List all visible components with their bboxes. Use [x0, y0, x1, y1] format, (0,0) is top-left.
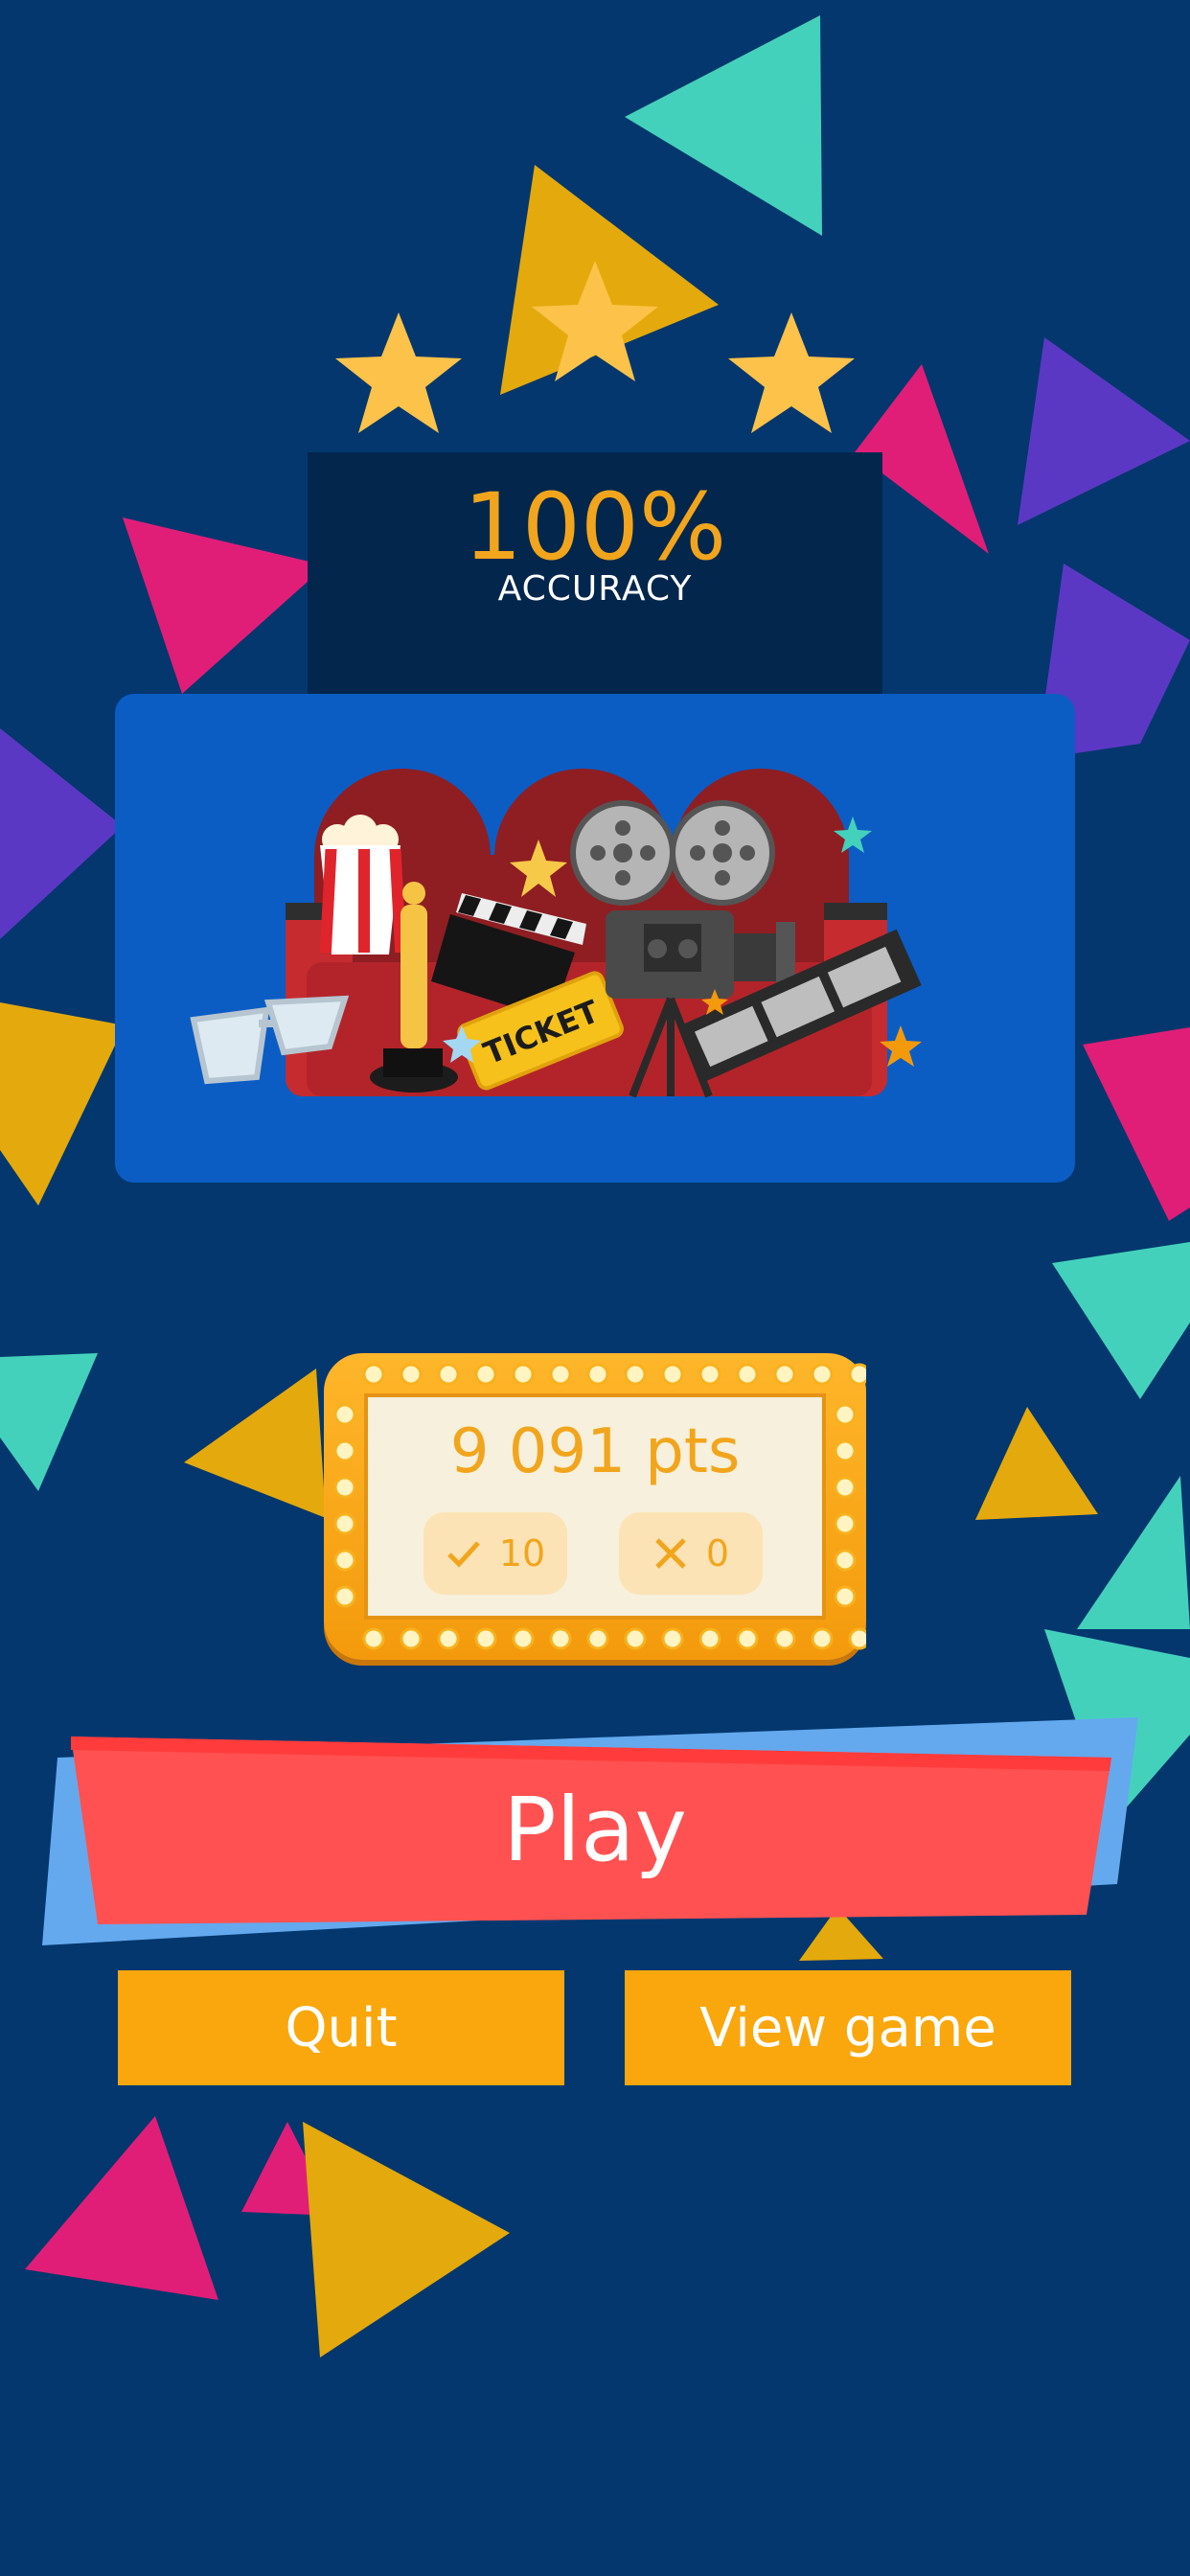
marquee-bulb — [736, 1363, 759, 1386]
confetti-triangle — [25, 2116, 218, 2300]
marquee-bulb — [437, 1627, 460, 1650]
marquee-bulb — [333, 1512, 356, 1535]
view-game-button[interactable]: View game — [625, 1970, 1071, 2085]
marquee-bulb — [698, 1363, 721, 1386]
marquee-bulb — [834, 1549, 857, 1572]
marquee-bulb — [549, 1627, 572, 1650]
confetti-triangle — [975, 1407, 1098, 1520]
marquee-bulb — [333, 1476, 356, 1499]
marquee-bulb — [834, 1439, 857, 1462]
correct-count: 10 — [498, 1532, 546, 1575]
cinema-illustration-panel: TICKET — [115, 694, 1075, 1183]
accuracy-label: ACCURACY — [497, 569, 693, 609]
marquee-bulb — [362, 1363, 385, 1386]
confetti-triangle — [303, 2122, 510, 2358]
play-button[interactable]: Play — [38, 1715, 1152, 1955]
view-game-label: View game — [699, 1996, 996, 2059]
confetti-triangle — [1083, 1027, 1190, 1221]
star-icon — [335, 312, 462, 433]
marquee-bulb — [848, 1363, 866, 1386]
marquee-bulb — [811, 1363, 834, 1386]
marquee-bulb — [698, 1627, 721, 1650]
marquee-bulb — [834, 1585, 857, 1608]
marquee-bulb — [512, 1627, 535, 1650]
marquee-bulb — [362, 1627, 385, 1650]
wrong-count-badge: 0 — [619, 1512, 763, 1595]
marquee-bulb — [661, 1363, 684, 1386]
marquee-bulb — [624, 1627, 647, 1650]
marquee-bulb — [834, 1512, 857, 1535]
confetti-triangle — [0, 1002, 125, 1206]
marquee-bulb — [624, 1363, 647, 1386]
accuracy-card: 100% ACCURACY — [308, 452, 882, 694]
quit-button[interactable]: Quit — [118, 1970, 564, 2085]
marquee-bulb — [333, 1585, 356, 1608]
marquee-bulb — [586, 1363, 609, 1386]
star-icon — [728, 312, 855, 433]
confetti-background — [0, 15, 1190, 2358]
marquee-bulb — [333, 1549, 356, 1572]
marquee-bulb — [834, 1403, 857, 1426]
accuracy-value: 100% — [463, 473, 727, 581]
cinema-illustration: TICKET — [190, 769, 922, 1098]
marquee-bulb — [474, 1627, 497, 1650]
confetti-triangle — [1018, 337, 1190, 525]
marquee-bulb — [400, 1627, 423, 1650]
marquee-bulb — [773, 1363, 796, 1386]
marquee-bulb — [333, 1403, 356, 1426]
confetti-triangle — [0, 1353, 98, 1491]
marquee-bulb — [848, 1627, 866, 1650]
confetti-triangle — [1052, 1242, 1190, 1399]
confetti-triangle — [0, 728, 123, 939]
marquee-bulb — [773, 1627, 796, 1650]
correct-count-badge: 10 — [423, 1512, 567, 1595]
play-label: Play — [503, 1779, 687, 1881]
score-marquee: 9 091 pts 10 0 — [324, 1353, 866, 1660]
marquee-bulb — [834, 1476, 857, 1499]
marquee-bulb — [736, 1627, 759, 1650]
cross-icon — [655, 1538, 686, 1569]
quit-label: Quit — [285, 1996, 398, 2059]
marquee-bulb — [661, 1627, 684, 1650]
points-value: 9 091 pts — [449, 1416, 741, 1487]
marquee-bulb — [333, 1439, 356, 1462]
marquee-bulb — [811, 1627, 834, 1650]
marquee-bulb — [437, 1363, 460, 1386]
check-icon — [447, 1541, 480, 1568]
confetti-triangle — [184, 1368, 326, 1518]
wrong-count: 0 — [705, 1532, 730, 1575]
marquee-bulb — [512, 1363, 535, 1386]
confetti-triangle — [1077, 1476, 1190, 1629]
score-board: 9 091 pts 10 0 — [364, 1393, 826, 1620]
confetti-triangle — [625, 15, 822, 236]
confetti-triangle — [123, 518, 326, 694]
marquee-bulb — [474, 1363, 497, 1386]
marquee-bulb — [586, 1627, 609, 1650]
marquee-bulb — [549, 1363, 572, 1386]
marquee-bulb — [400, 1363, 423, 1386]
